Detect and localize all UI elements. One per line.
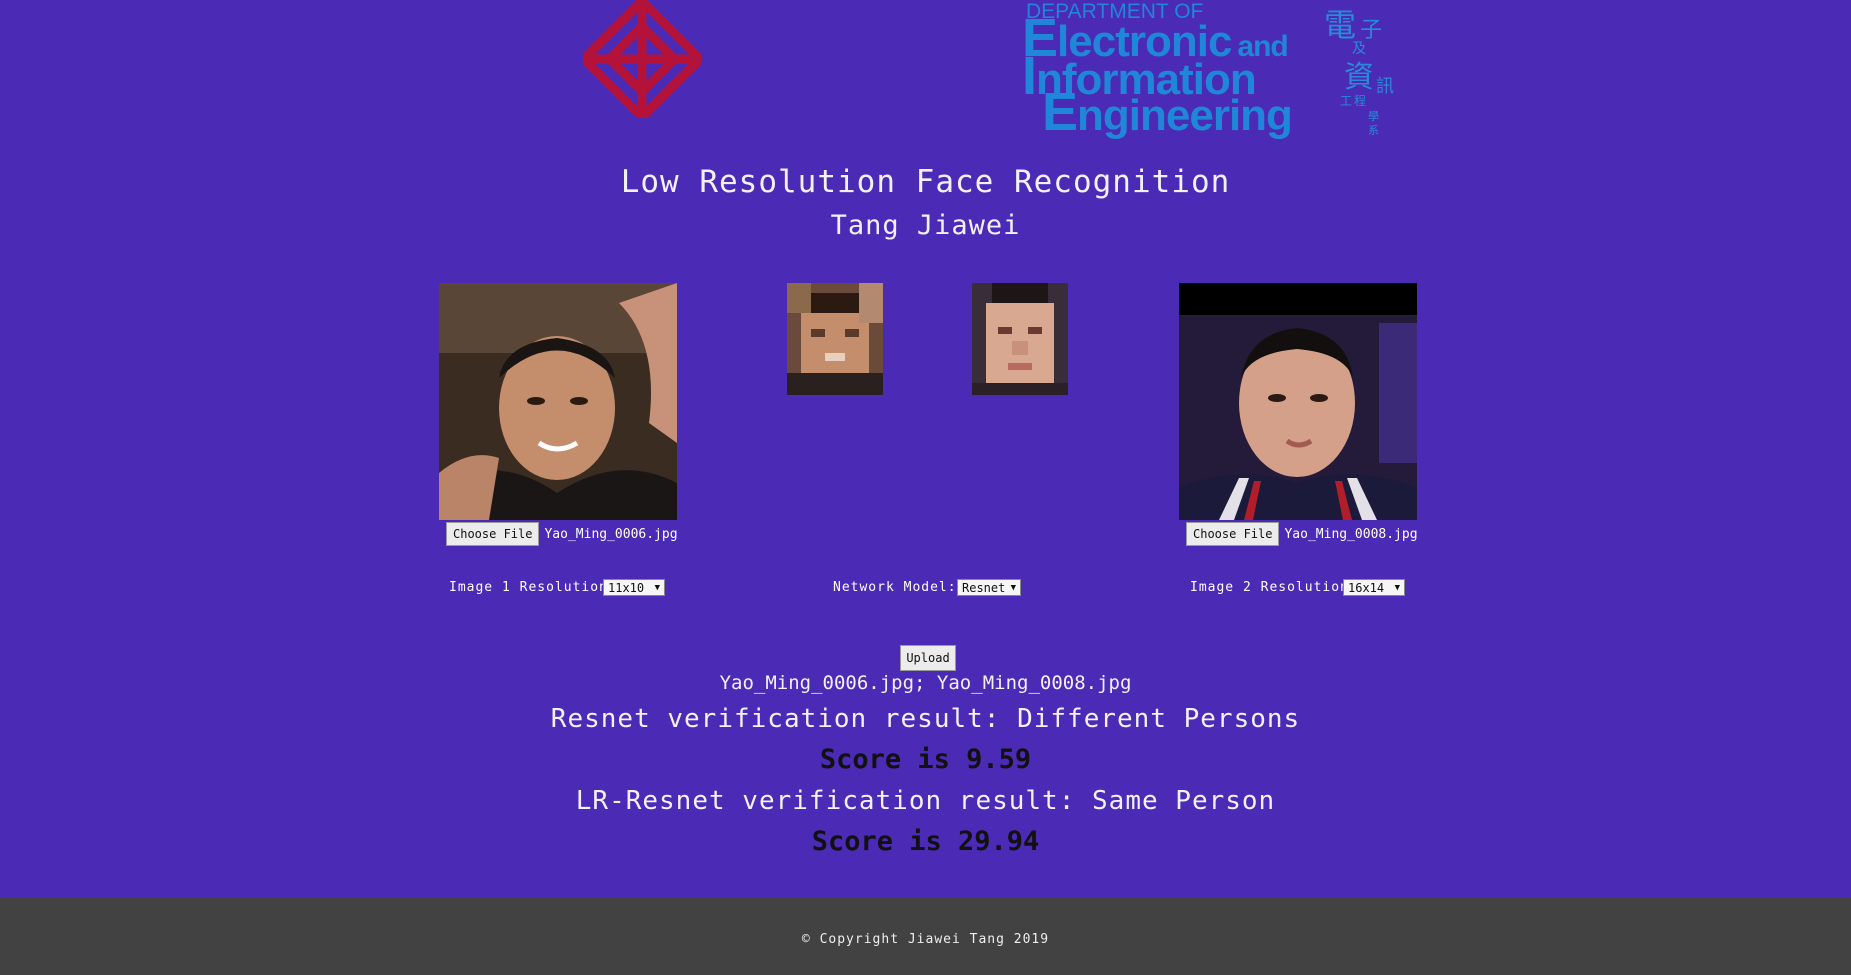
chevron-down-icon: ▼: [1394, 582, 1400, 593]
network-model-value: Resnet: [962, 580, 1006, 595]
polyu-logo: [579, 0, 705, 122]
image1-choose-file-button[interactable]: Choose File: [446, 522, 540, 546]
eie-department-logo: DEPARTMENT OF Electronic and Information …: [1022, 0, 1402, 140]
image1-filename: Yao_Ming_0006.jpg: [544, 526, 678, 542]
eie-cn-char: 工: [1340, 94, 1353, 108]
image2-resolution-label: Image 2 Resolution:: [1190, 580, 1358, 595]
uploaded-filenames: Yao_Ming_0006.jpg; Yao_Ming_0008.jpg: [719, 672, 1132, 694]
image1-preview: [439, 283, 677, 520]
chevron-down-icon: ▼: [1010, 582, 1016, 593]
image1-resolution-value: 11x10: [608, 580, 645, 595]
resnet-score: Score is 9.59: [819, 744, 1032, 775]
lr-resnet-score: Score is 29.94: [811, 826, 1040, 857]
image2-choose-file-button[interactable]: Choose File: [1186, 522, 1280, 546]
image2-filename: Yao_Ming_0008.jpg: [1284, 526, 1418, 542]
page-title: Low Resolution Face Recognition: [620, 164, 1231, 200]
image1-lowres-face: [787, 283, 883, 395]
eie-cn-char: 訊: [1376, 76, 1394, 97]
network-model-label: Network Model:: [833, 580, 957, 595]
image2-lowres-face: [972, 283, 1068, 395]
copyright-text: © Copyright Jiawei Tang 2019: [801, 932, 1050, 947]
image1-file-input: Choose File Yao_Ming_0006.jpg: [446, 522, 678, 546]
eie-cn-char: 系: [1368, 124, 1379, 137]
polyu-knot-logo-icon: [579, 0, 705, 122]
image2-preview: [1179, 283, 1417, 520]
image2-resolution-select[interactable]: 16x14 ▼: [1343, 579, 1405, 596]
author-name: Tang Jiawei: [830, 210, 1021, 241]
upload-button[interactable]: Upload: [900, 645, 956, 671]
image1-face-illustration: [439, 283, 677, 520]
image1-resolution-label: Image 1 Resolution:: [449, 580, 617, 595]
image2-face-illustration: [1179, 283, 1417, 520]
resnet-result: Resnet verification result: Different Pe…: [550, 704, 1301, 734]
eie-line3: Engineering: [1042, 82, 1293, 142]
image1-lowres-preview: [787, 283, 883, 395]
image1-resolution-select[interactable]: 11x10 ▼: [603, 579, 665, 596]
chevron-down-icon: ▼: [654, 582, 660, 593]
image2-lowres-preview: [972, 283, 1068, 395]
network-model-select[interactable]: Resnet ▼: [957, 579, 1021, 596]
image2-resolution-value: 16x14: [1348, 580, 1385, 595]
image2-file-input: Choose File Yao_Ming_0008.jpg: [1186, 522, 1418, 546]
lr-resnet-result: LR-Resnet verification result: Same Pers…: [575, 786, 1276, 816]
eie-cn-char: 資: [1344, 60, 1374, 95]
eie-cn-char: 程: [1354, 94, 1367, 108]
